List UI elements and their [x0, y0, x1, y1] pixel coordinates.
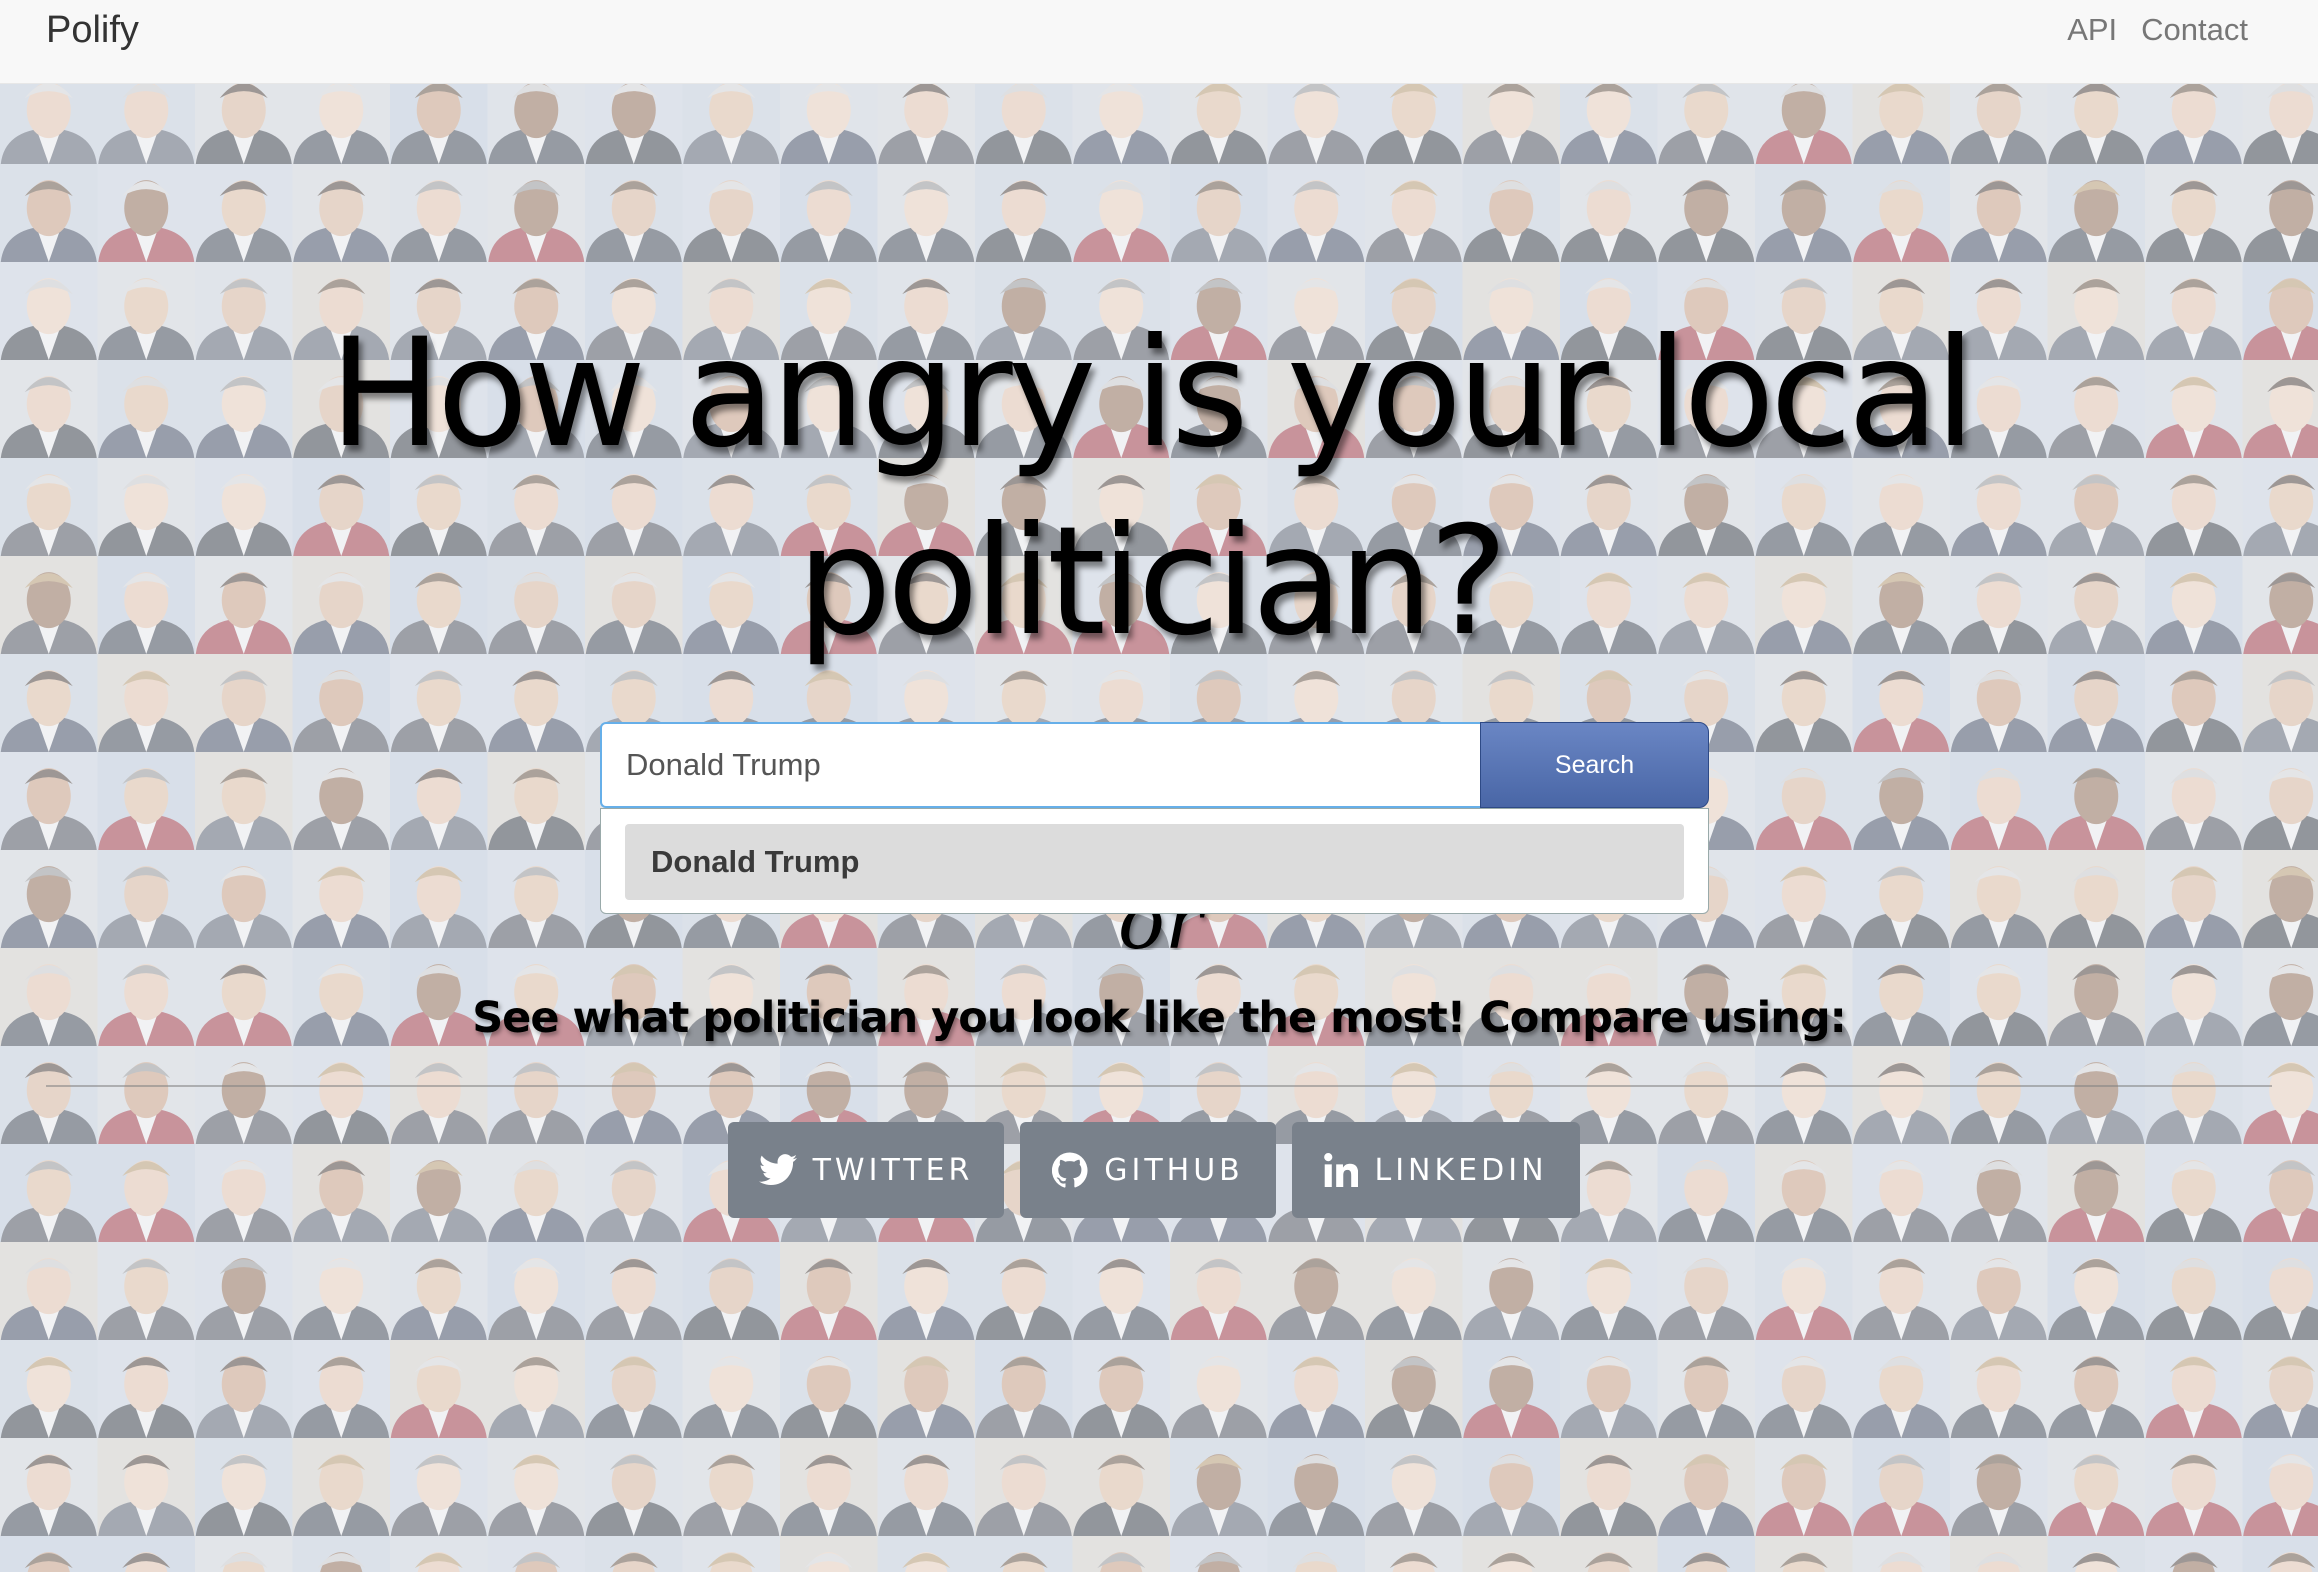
search-form: Search: [600, 722, 1709, 808]
autocomplete-suggestion[interactable]: Donald Trump: [625, 824, 1684, 900]
linkedin-button-label: LINKEDIN: [1374, 1152, 1548, 1188]
nav-link-api[interactable]: API: [2067, 6, 2117, 54]
hero-title: How angry is your local politician?: [328, 307, 1976, 669]
twitter-button-label: TWITTER: [812, 1152, 974, 1188]
nav-links: API Contact: [2067, 6, 2248, 54]
github-button[interactable]: GITHUB: [1020, 1122, 1276, 1218]
github-button-label: GITHUB: [1104, 1152, 1244, 1188]
linkedin-icon: [1324, 1153, 1359, 1187]
politician-search-input[interactable]: [600, 722, 1480, 808]
autocomplete-dropdown: Donald Trump: [600, 808, 1709, 914]
brand-logo[interactable]: Polify: [46, 6, 139, 54]
navbar: Polify API Contact: [0, 0, 2318, 84]
linkedin-button[interactable]: LINKEDIN: [1292, 1122, 1580, 1218]
compare-subtitle: See what politician you look like the mo…: [472, 993, 1847, 1043]
twitter-icon: [758, 1154, 797, 1186]
search-button[interactable]: Search: [1480, 722, 1709, 808]
divider: [46, 1085, 2272, 1087]
github-icon: [1052, 1152, 1088, 1188]
nav-link-contact[interactable]: Contact: [2141, 6, 2248, 54]
twitter-button[interactable]: TWITTER: [728, 1122, 1004, 1218]
